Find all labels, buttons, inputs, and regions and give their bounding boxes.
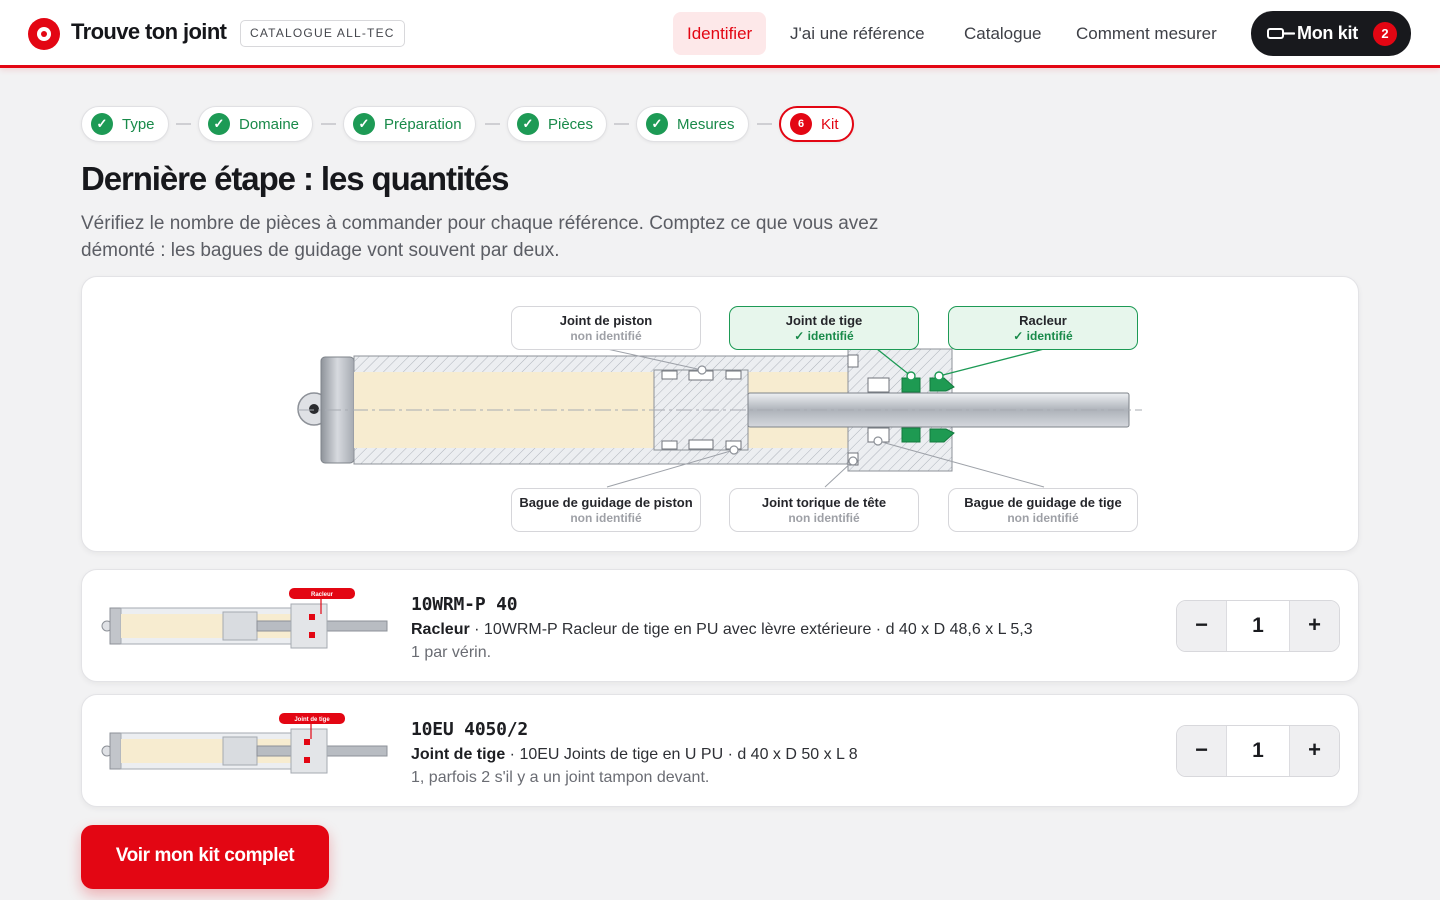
product-spec: · 10WRM-P Racleur de tige en PU avec lèv…	[469, 621, 1033, 638]
step-pieces[interactable]: ✓ Pièces	[507, 106, 608, 142]
check-icon: ✓	[517, 113, 539, 135]
product-note: 1 par vérin.	[411, 644, 492, 661]
step-separator	[614, 123, 629, 125]
increase-quantity-button[interactable]: +	[1289, 601, 1339, 651]
callout-bague-guidage-tige[interactable]: Bague de guidage de tige non identifié	[948, 488, 1138, 532]
page-title: Dernière étape : les quantités	[81, 160, 509, 197]
product-note: 1, parfois 2 s'il y a un joint tampon de…	[411, 769, 710, 786]
product-description: Racleur · 10WRM-P Racleur de tige en PU …	[411, 621, 1033, 639]
callout-joint-torique-tete[interactable]: Joint torique de tête non identifié	[729, 488, 919, 532]
step-label: Pièces	[548, 115, 594, 133]
my-kit-button[interactable]: Mon kit 2	[1251, 11, 1411, 56]
quantity-value[interactable]: 1	[1227, 726, 1289, 776]
step-label: Domaine	[239, 115, 300, 133]
check-icon: ✓	[353, 113, 375, 135]
page-intro: Vérifiez le nombre de pièces à commander…	[81, 213, 879, 261]
step-separator	[757, 123, 772, 125]
step-separator	[176, 123, 191, 125]
catalog-badge: CATALOGUE ALL-TEC	[240, 20, 405, 47]
step-preparation[interactable]: ✓ Préparation	[343, 106, 476, 142]
step-label: Kit	[821, 115, 839, 133]
step-type[interactable]: ✓ Type	[81, 106, 169, 142]
cylinder-thumbnail-racleur: Racleur	[101, 588, 388, 649]
product-description: Joint de tige · 10EU Joints de tige en U…	[411, 746, 858, 764]
check-icon: ✓	[208, 113, 230, 135]
step-kit[interactable]: 6 Kit	[779, 106, 854, 142]
nav-catalogue[interactable]: Catalogue	[950, 12, 1056, 55]
product-row: Joint de tige 10EU 4050/2 Joint de tige …	[81, 694, 1359, 807]
kit-count-badge: 2	[1373, 22, 1397, 46]
product-reference: 10EU 4050/2	[411, 719, 529, 740]
cylinder-thumbnail-joint-de-tige: Joint de tige	[101, 713, 388, 774]
brand-logo-icon[interactable]	[28, 18, 60, 50]
check-icon: ✓	[646, 113, 668, 135]
top-header: Trouve ton joint CATALOGUE ALL-TEC Ident…	[0, 0, 1440, 68]
quantity-stepper: − 1 +	[1176, 600, 1340, 652]
increase-quantity-button[interactable]: +	[1289, 726, 1339, 776]
product-row: Racleur 10WRM-P 40 Racleur · 10WRM-P Rac…	[81, 569, 1359, 682]
thumbnail-label: Joint de tige	[294, 717, 330, 723]
step-label: Mesures	[677, 115, 735, 133]
callout-joint-de-piston[interactable]: Joint de piston non identifié	[511, 306, 701, 350]
quantity-stepper: − 1 +	[1176, 725, 1340, 777]
view-full-kit-button[interactable]: Voir mon kit complet	[81, 825, 329, 889]
my-kit-label: Mon kit	[1297, 23, 1358, 43]
check-icon: ✓	[91, 113, 113, 135]
product-type: Racleur	[411, 621, 470, 638]
cylinder-icon	[1267, 28, 1295, 39]
decrease-quantity-button[interactable]: −	[1177, 601, 1227, 651]
cylinder-diagram-card: Joint de piston non identifié Joint de t…	[81, 276, 1359, 552]
product-type: Joint de tige	[411, 746, 506, 763]
product-reference: 10WRM-P 40	[411, 594, 518, 615]
nav-reference[interactable]: J'ai une référence	[776, 12, 939, 55]
thumbnail-label: Racleur	[311, 592, 334, 598]
decrease-quantity-button[interactable]: −	[1177, 726, 1227, 776]
product-spec: · 10EU Joints de tige en U PU · d 40 x D…	[505, 746, 858, 763]
cylinder-cross-section-diagram	[297, 348, 1142, 488]
step-number: 6	[790, 113, 812, 135]
quantity-value[interactable]: 1	[1227, 601, 1289, 651]
brand-name[interactable]: Trouve ton joint	[71, 19, 227, 45]
step-separator	[321, 123, 336, 125]
step-label: Type	[122, 115, 155, 133]
step-mesures[interactable]: ✓ Mesures	[636, 106, 749, 142]
step-separator	[485, 123, 500, 125]
nav-comment-mesurer[interactable]: Comment mesurer	[1062, 12, 1231, 55]
callout-joint-de-tige[interactable]: Joint de tige ✓ identifié	[729, 306, 919, 350]
nav-identifier[interactable]: Identifier	[673, 12, 767, 55]
step-label: Préparation	[384, 115, 462, 133]
callout-bague-guidage-piston[interactable]: Bague de guidage de piston non identifié	[511, 488, 701, 532]
callout-racleur[interactable]: Racleur ✓ identifié	[948, 306, 1138, 350]
step-domaine[interactable]: ✓ Domaine	[198, 106, 314, 142]
